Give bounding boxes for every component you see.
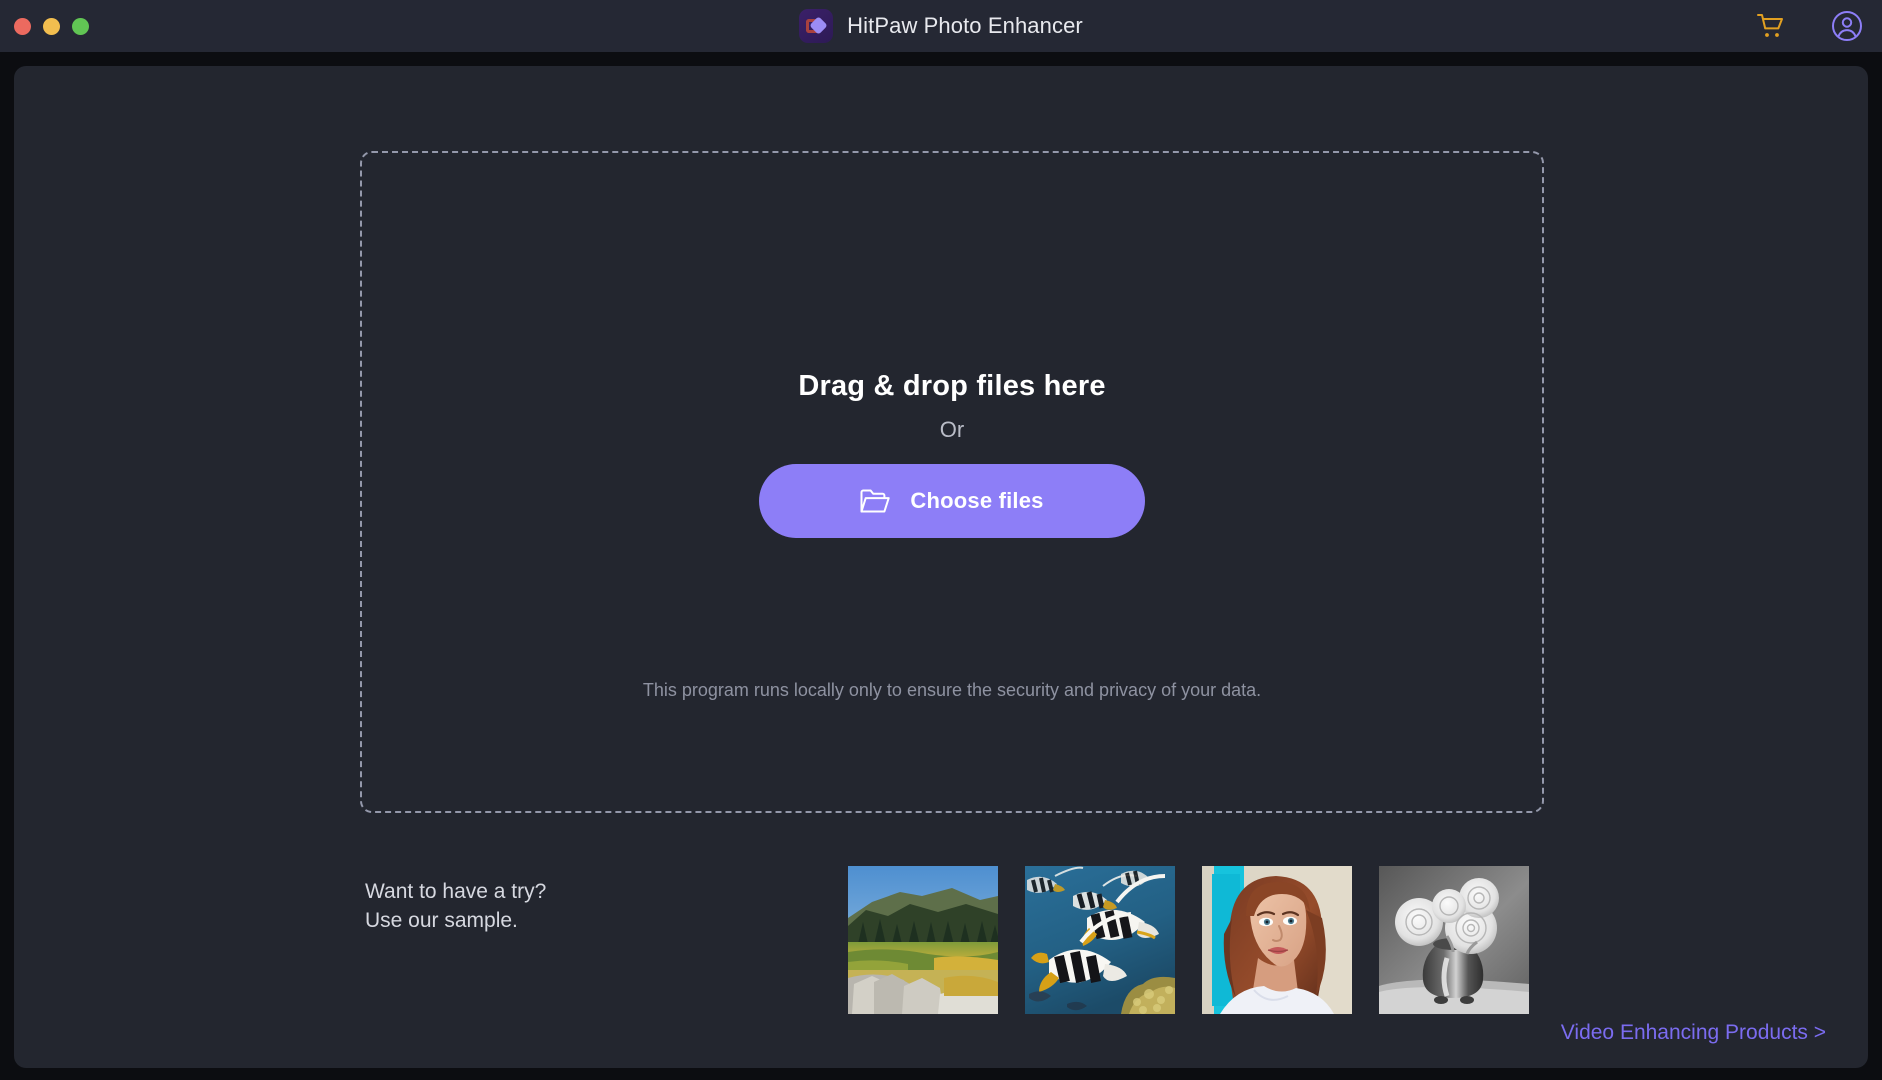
roses-image (1379, 866, 1529, 1014)
dropzone-content: Drag & drop files here Or Choose files (362, 370, 1542, 538)
file-dropzone[interactable]: Drag & drop files here Or Choose files T… (360, 151, 1544, 813)
account-icon (1832, 11, 1862, 41)
content-panel: Drag & drop files here Or Choose files T… (14, 66, 1868, 1068)
choose-files-label: Choose files (910, 488, 1044, 513)
logo-diamond-shape (809, 16, 828, 35)
window-controls (14, 0, 89, 52)
sample-thumbnail-portrait[interactable] (1202, 866, 1352, 1014)
close-window-button[interactable] (14, 17, 31, 35)
titlebar-actions (1754, 0, 1864, 52)
account-button[interactable] (1830, 9, 1864, 43)
cart-button[interactable] (1754, 9, 1788, 43)
privacy-note: This program runs locally only to ensure… (642, 680, 1262, 700)
hitpaw-logo-icon (799, 9, 834, 43)
cart-icon (1757, 14, 1783, 37)
sample-prompt-text: Want to have a try? Use our sample. (365, 877, 546, 935)
landscape-image (848, 866, 998, 1014)
sample-thumbnail-roses[interactable] (1379, 866, 1529, 1014)
video-enhancing-products-link[interactable]: Video Enhancing Products > (1561, 1021, 1826, 1045)
page-title: HitPaw Photo Enhancer (847, 13, 1083, 38)
dropzone-headline: Drag & drop files here (798, 370, 1106, 402)
fish-image (1025, 866, 1175, 1014)
sample-thumbnail-landscape[interactable] (848, 866, 998, 1014)
dropzone-or-label: Or (939, 417, 965, 442)
sample-thumbnail-list (848, 866, 1529, 1014)
samples-section: Want to have a try? Use our sample. (14, 866, 1868, 1016)
sample-thumbnail-fish[interactable] (1025, 866, 1175, 1014)
title-center-group: HitPaw Photo Enhancer (0, 0, 1882, 52)
minimize-window-button[interactable] (43, 17, 60, 35)
sample-prompt-line2: Use our sample. (365, 909, 518, 932)
app-window: HitPaw Photo Enhancer Drag & drop files … (0, 0, 1882, 1080)
choose-files-button[interactable]: Choose files (759, 464, 1145, 538)
logo-hook-shape (806, 19, 818, 33)
titlebar: HitPaw Photo Enhancer (0, 0, 1882, 52)
sample-prompt-line1: Want to have a try? (365, 880, 547, 903)
maximize-window-button[interactable] (72, 17, 89, 35)
folder-icon (860, 489, 891, 512)
portrait-image (1202, 866, 1352, 1014)
